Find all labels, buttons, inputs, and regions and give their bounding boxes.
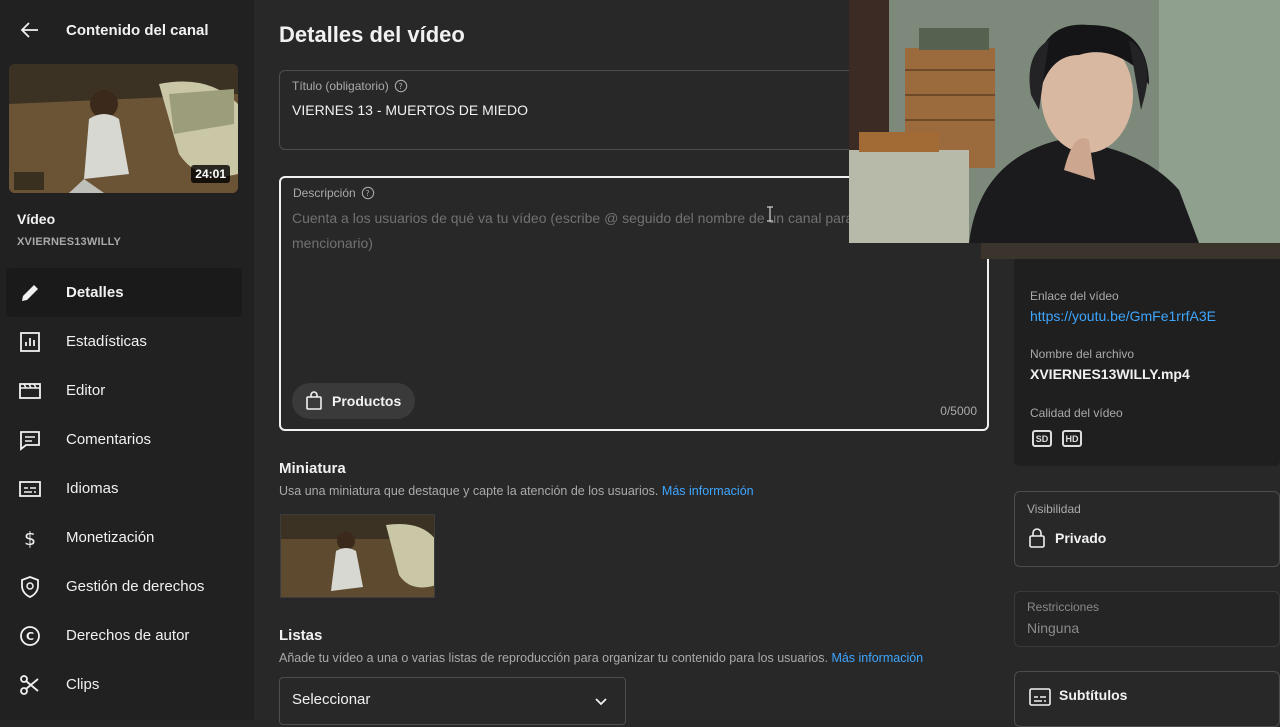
sidebar-item-label: Idiomas	[66, 480, 119, 497]
restrictions-box: Restricciones Ninguna	[1014, 591, 1280, 647]
video-quality-label: Calidad del vídeo	[1030, 406, 1123, 420]
webcam-bottom-strip	[981, 243, 1280, 259]
visibility-label: Visibilidad	[1027, 502, 1081, 516]
sidebar-item-detalles[interactable]: Detalles	[6, 268, 242, 317]
visibility-value: Privado	[1055, 530, 1107, 546]
thumbnail-text: Usa una miniatura que destaque y capte l…	[279, 484, 659, 498]
playlists-heading: Listas	[279, 627, 323, 644]
file-name-label: Nombre del archivo	[1030, 347, 1135, 361]
subtitles-box[interactable]: Subtítulos	[1014, 671, 1280, 727]
title-field-label: Título (obligatorio)	[292, 79, 389, 93]
video-info-card: Enlace del vídeo https://youtu.be/GmFe1r…	[1014, 256, 1280, 466]
thumbnail-option[interactable]	[280, 514, 435, 598]
products-button-label: Productos	[332, 393, 402, 409]
sidebar-item-comentarios[interactable]: Comentarios	[6, 415, 242, 464]
comments-icon	[20, 430, 40, 451]
char-count: 0/5000	[940, 404, 977, 418]
sidebar-item-label: Monetización	[66, 529, 155, 546]
svg-text:?: ?	[398, 82, 402, 91]
sidebar-item-label: Editor	[66, 382, 106, 399]
sd-badge: SD	[1032, 430, 1052, 447]
sidebar-item-label: Gestión de derechos	[66, 578, 205, 595]
svg-text:$: $	[24, 528, 36, 550]
restrictions-label: Restricciones	[1027, 600, 1100, 614]
webcam-video-image	[849, 0, 1280, 243]
scissors-icon	[20, 674, 39, 695]
hd-badge: HD	[1062, 430, 1082, 447]
video-link-label: Enlace del vídeo	[1030, 289, 1119, 303]
sidebar-nav: Detalles Estadísticas Editor Comentarios…	[6, 268, 242, 709]
sidebar-video-thumbnail[interactable]: 24:01	[9, 64, 238, 193]
video-label: Vídeo	[17, 211, 56, 227]
sidebar-item-idiomas[interactable]: Idiomas	[6, 464, 242, 513]
sidebar-item-label: Derechos de autor	[66, 627, 190, 644]
sidebar-item-label: Estadísticas	[66, 333, 147, 350]
help-icon[interactable]: ?	[394, 79, 408, 93]
playlist-select[interactable]: Seleccionar	[279, 677, 626, 725]
back-arrow-icon[interactable]	[18, 18, 42, 42]
webcam-overlay	[849, 0, 1280, 243]
pencil-icon	[22, 284, 38, 301]
sidebar-item-estadisticas[interactable]: Estadísticas	[6, 317, 242, 366]
analytics-icon	[20, 331, 40, 352]
rights-shield-icon	[21, 575, 39, 598]
video-filename-short: XVIERNES13WILLY	[17, 236, 122, 248]
chevron-down-icon	[595, 698, 607, 706]
thumbnail-description: Usa una miniatura que destaque y capte l…	[279, 484, 754, 498]
sidebar-item-gestion-derechos[interactable]: Gestión de derechos	[6, 562, 242, 611]
restrictions-value: Ninguna	[1027, 620, 1080, 636]
title-field-label-row: Título (obligatorio) ?	[292, 79, 408, 93]
sidebar-item-monetizacion[interactable]: $ Monetización	[6, 513, 242, 562]
sidebar-item-label: Clips	[66, 676, 100, 693]
thumbnail-option-image	[281, 515, 434, 597]
subtitles-icon	[19, 480, 41, 497]
subtitles-icon	[1029, 688, 1051, 706]
lock-icon	[1029, 528, 1045, 548]
sidebar-item-label: Detalles	[66, 284, 124, 301]
playlists-text: Añade tu vídeo a una o varias listas de …	[279, 651, 828, 665]
shopping-bag-icon	[306, 391, 322, 410]
playlists-description: Añade tu vídeo a una o varias listas de …	[279, 651, 923, 665]
quality-badges: SD HD	[1032, 430, 1082, 447]
visibility-box[interactable]: Visibilidad Privado	[1014, 491, 1280, 567]
copyright-icon: C	[20, 625, 40, 646]
channel-content-title: Contenido del canal	[66, 22, 209, 39]
dollar-icon: $	[24, 528, 36, 550]
thumbnail-more-info-link[interactable]: Más información	[662, 484, 754, 498]
back-row[interactable]: Contenido del canal	[0, 0, 254, 62]
svg-text:C: C	[26, 630, 34, 643]
products-button[interactable]: Productos	[292, 383, 416, 419]
playlists-more-info-link[interactable]: Más información	[831, 651, 923, 665]
video-duration-badge: 24:01	[191, 165, 230, 183]
sidebar: Contenido del canal 24:01 Vídeo XVIERNES…	[0, 0, 254, 720]
description-field-label: Descripción	[293, 186, 356, 200]
video-link[interactable]: https://youtu.be/GmFe1rrfA3E	[1030, 308, 1216, 324]
description-field-label-row: Descripción ?	[293, 186, 375, 200]
sidebar-item-clips[interactable]: Clips	[6, 660, 242, 709]
file-name-value: XVIERNES13WILLY.mp4	[1030, 366, 1190, 382]
help-icon[interactable]: ?	[361, 186, 375, 200]
sidebar-item-editor[interactable]: Editor	[6, 366, 242, 415]
text-cursor-icon	[767, 206, 773, 222]
sidebar-item-label: Comentarios	[66, 431, 152, 448]
description-input[interactable]: Cuenta a los usuarios de qué va tu vídeo…	[292, 206, 912, 256]
subtitles-label: Subtítulos	[1059, 687, 1128, 703]
svg-text:?: ?	[365, 189, 369, 198]
page-title: Detalles del vídeo	[279, 22, 465, 47]
title-input[interactable]: VIERNES 13 - MUERTOS DE MIEDO	[292, 102, 528, 118]
playlist-select-value: Seleccionar	[292, 691, 371, 708]
sidebar-item-derechos-autor[interactable]: C Derechos de autor	[6, 611, 242, 660]
editor-icon	[19, 382, 41, 399]
thumbnail-heading: Miniatura	[279, 460, 346, 477]
